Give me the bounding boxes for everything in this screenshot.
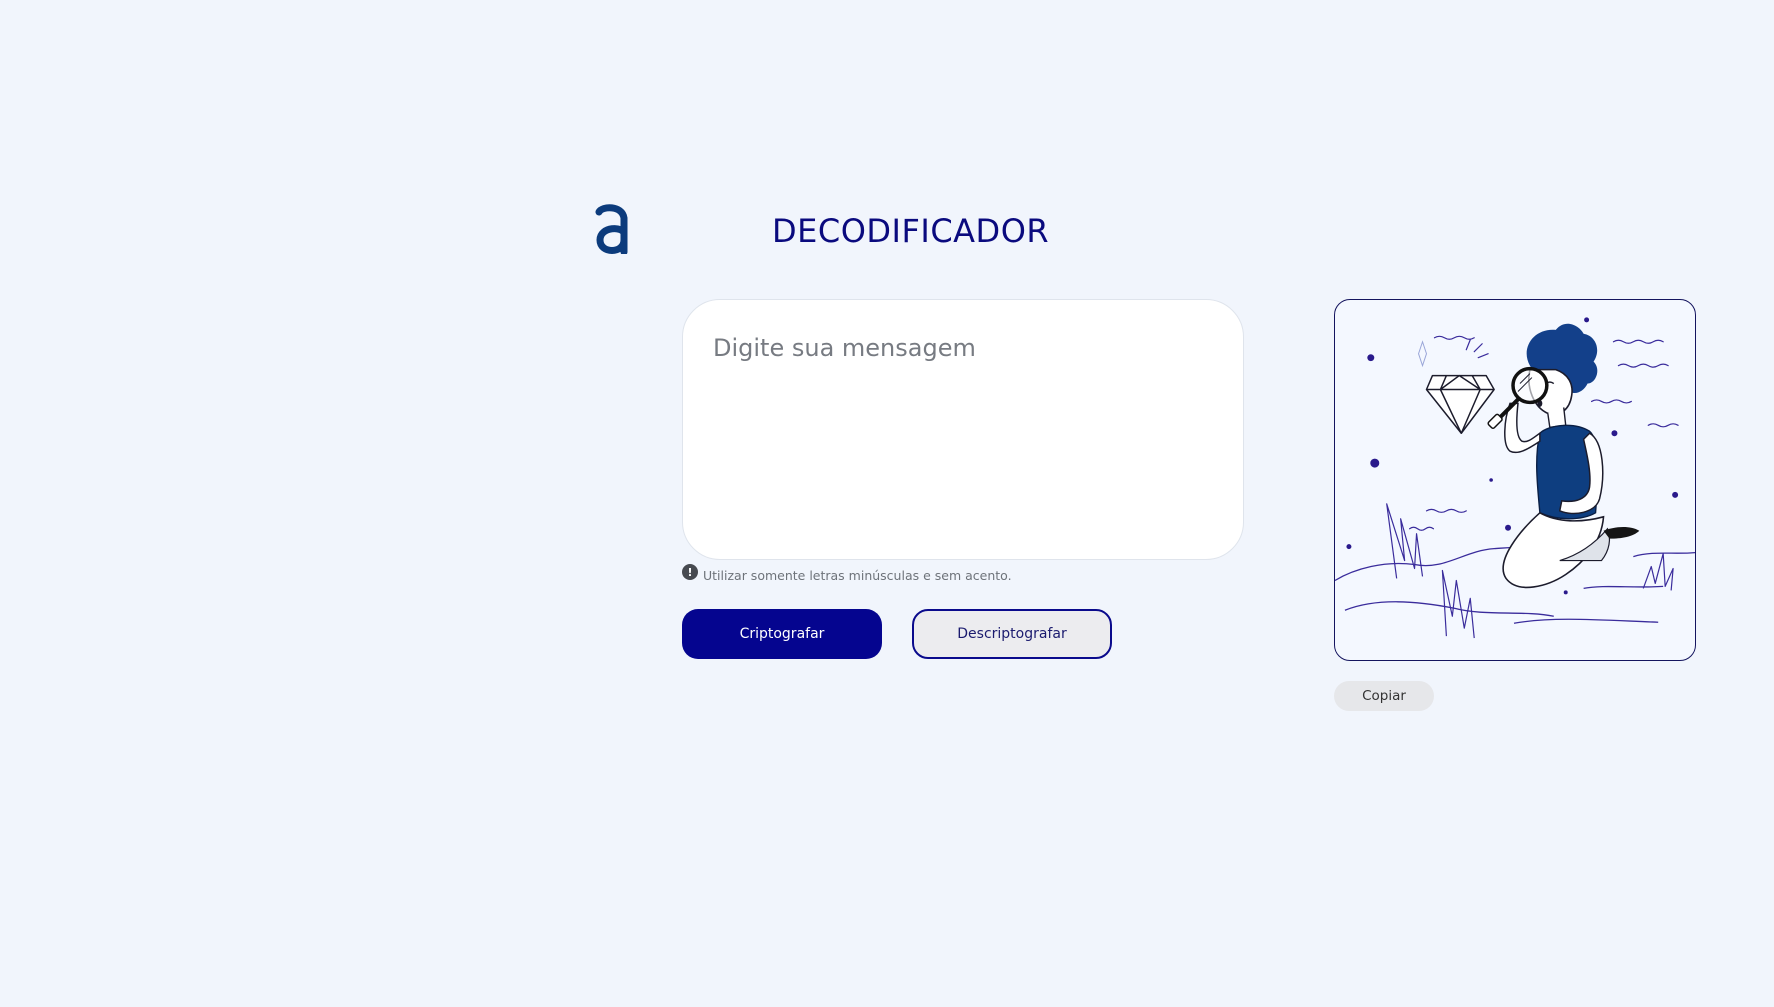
hint-text: Utilizar somente letras minúsculas e sem… — [703, 567, 1012, 583]
diamond-icon — [1425, 374, 1495, 435]
input-hint: ! Utilizar somente letras minúsculas e s… — [682, 564, 1012, 583]
page-title: DECODIFICADOR — [772, 212, 1050, 250]
message-input-container — [682, 299, 1244, 560]
exclamation-circle-icon: ! — [682, 564, 698, 580]
message-input[interactable] — [683, 300, 1243, 559]
decrypt-button[interactable]: Descriptografar — [912, 609, 1112, 659]
person-figure — [1487, 323, 1640, 589]
alura-logo-icon — [595, 204, 628, 254]
encrypt-button[interactable]: Criptografar — [682, 609, 882, 659]
person-with-magnifying-glass-illustration — [1335, 317, 1695, 639]
output-panel — [1334, 299, 1696, 661]
copy-button[interactable]: Copiar — [1334, 681, 1434, 711]
